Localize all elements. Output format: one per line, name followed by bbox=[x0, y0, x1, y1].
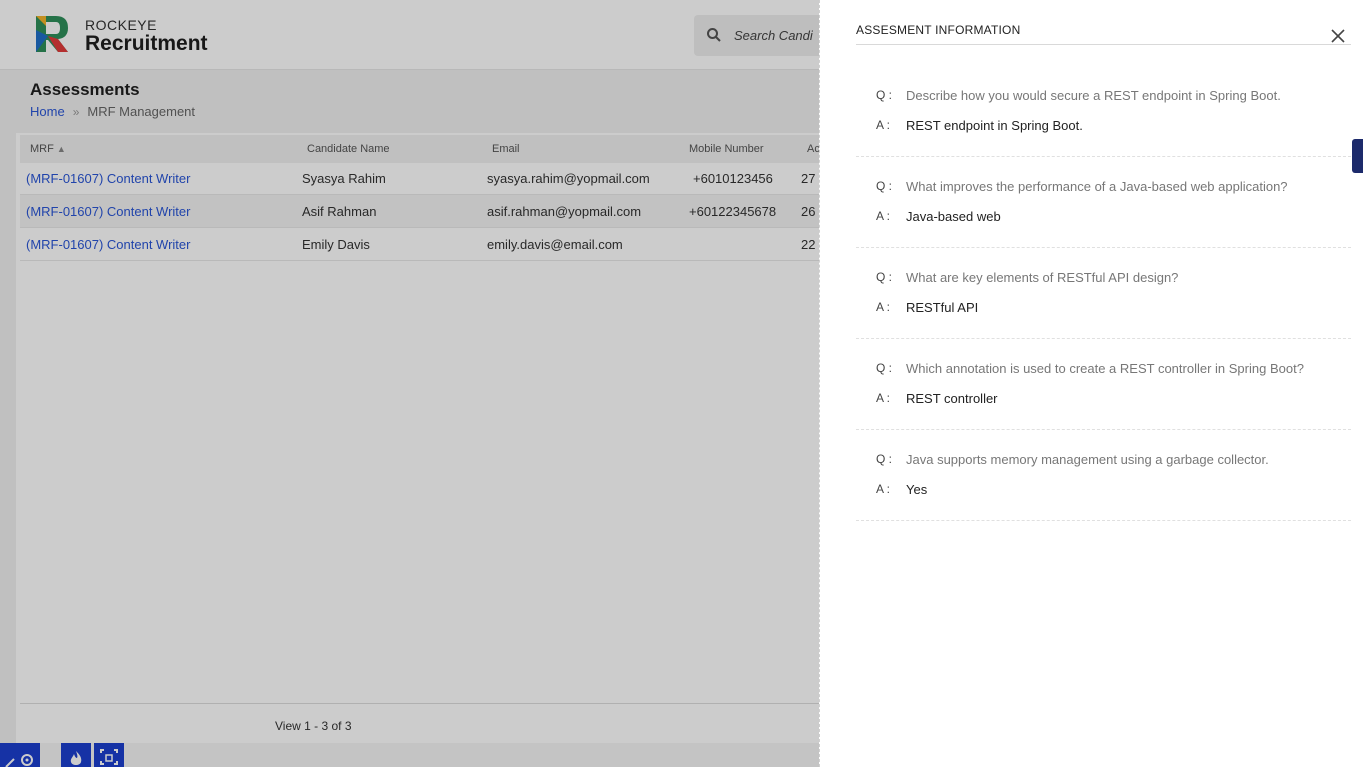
drawer-title: ASSESMENT INFORMATION bbox=[856, 23, 1021, 37]
qa-item: Q : What are key elements of RESTful API… bbox=[856, 248, 1351, 339]
question-text: What improves the performance of a Java-… bbox=[906, 179, 1288, 194]
answer-text: REST controller bbox=[906, 391, 998, 406]
answer-label: A : bbox=[876, 209, 891, 223]
question-label: Q : bbox=[876, 179, 893, 193]
qa-item: Q : Java supports memory management usin… bbox=[856, 430, 1351, 521]
qa-item: Q : What improves the performance of a J… bbox=[856, 157, 1351, 248]
answer-text: REST endpoint in Spring Boot. bbox=[906, 118, 1083, 133]
qa-item: Q : Which annotation is used to create a… bbox=[856, 339, 1351, 430]
answer-label: A : bbox=[876, 482, 891, 496]
question-text: Which annotation is used to create a RES… bbox=[906, 361, 1304, 376]
modal-backdrop[interactable] bbox=[0, 0, 820, 767]
divider bbox=[856, 44, 1351, 45]
answer-label: A : bbox=[876, 118, 891, 132]
answer-text: Yes bbox=[906, 482, 928, 497]
question-text: What are key elements of RESTful API des… bbox=[906, 270, 1179, 285]
question-label: Q : bbox=[876, 361, 893, 375]
question-label: Q : bbox=[876, 88, 893, 102]
qa-item: Q : Describe how you would secure a REST… bbox=[856, 66, 1351, 157]
question-label: Q : bbox=[876, 452, 893, 466]
assessment-info-drawer: ASSESMENT INFORMATION Q : Describe how y… bbox=[819, 0, 1363, 767]
answer-label: A : bbox=[876, 391, 891, 405]
question-text: Java supports memory management using a … bbox=[906, 452, 1269, 467]
question-text: Describe how you would secure a REST end… bbox=[906, 88, 1281, 103]
close-icon[interactable] bbox=[1329, 27, 1347, 45]
answer-text: Java-based web bbox=[906, 209, 1001, 224]
question-label: Q : bbox=[876, 270, 893, 284]
answer-label: A : bbox=[876, 300, 891, 314]
side-panel-tab[interactable] bbox=[1352, 139, 1363, 173]
answer-text: RESTful API bbox=[906, 300, 979, 315]
